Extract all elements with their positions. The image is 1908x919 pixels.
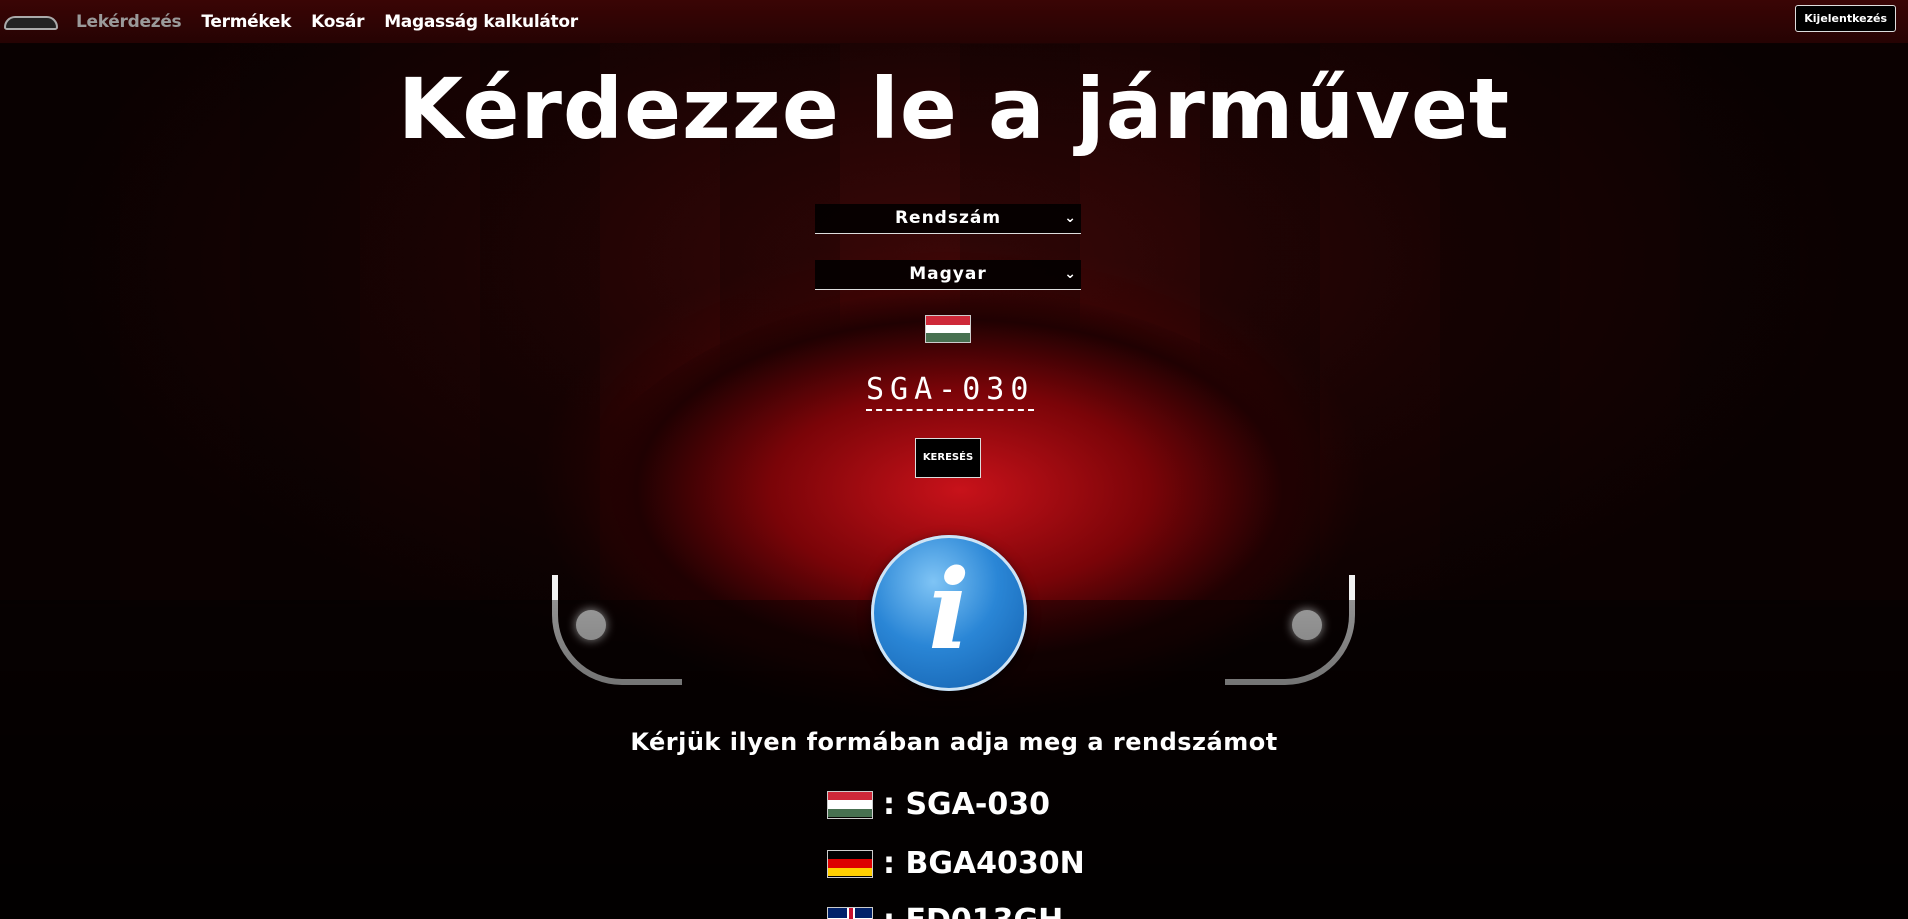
search-type-value: Rendszám — [894, 208, 1002, 228]
search-type-select[interactable]: Rendszám ⌄ — [815, 204, 1081, 234]
format-hint-text: Kérjük ilyen formában adja meg a rendszá… — [630, 728, 1278, 756]
nav-item-magassag-kalkulator[interactable]: Magasság kalkulátor — [384, 12, 578, 32]
example-separator: : — [883, 903, 895, 919]
car-logo-icon — [4, 15, 58, 30]
germany-flag-icon — [827, 849, 873, 878]
example-separator: : — [883, 787, 895, 822]
hungary-flag-icon — [827, 790, 873, 819]
top-navbar: Lekérdezés Termékek Kosár Magasság kalku… — [0, 0, 1908, 43]
brand-logo[interactable] — [2, 7, 60, 37]
plate-number-value: SGA-030 — [866, 372, 1035, 411]
page-title: Kérdezze le a járművet — [397, 60, 1511, 158]
search-button[interactable]: KERESÉS — [915, 438, 981, 478]
uk-flag-icon — [827, 906, 873, 919]
chevron-down-icon: ⌄ — [1064, 210, 1077, 226]
example-plate: BGA4030N — [905, 846, 1085, 881]
nav-item-lekerdezes[interactable]: Lekérdezés — [76, 12, 182, 32]
country-select[interactable]: Magyar ⌄ — [815, 260, 1081, 290]
chevron-down-icon: ⌄ — [1064, 266, 1077, 282]
nav-item-termekek[interactable]: Termékek — [201, 12, 291, 32]
nav-links: Lekérdezés Termékek Kosár Magasság kalku… — [76, 12, 598, 32]
hungary-flag-icon — [925, 315, 971, 343]
plate-number-input[interactable]: SGA-030 — [866, 372, 1042, 412]
example-row-uk: : FD013GH — [827, 903, 1063, 919]
logout-button[interactable]: Kijelentkezés — [1795, 5, 1896, 32]
example-row-germany: : BGA4030N — [827, 846, 1085, 881]
example-row-hungary: : SGA-030 — [827, 787, 1050, 822]
info-icon: i — [871, 535, 1027, 691]
example-separator: : — [883, 846, 895, 881]
nav-item-kosar[interactable]: Kosár — [311, 12, 364, 32]
country-value: Magyar — [909, 264, 987, 284]
example-plate: FD013GH — [905, 903, 1063, 919]
example-plate: SGA-030 — [905, 787, 1050, 822]
